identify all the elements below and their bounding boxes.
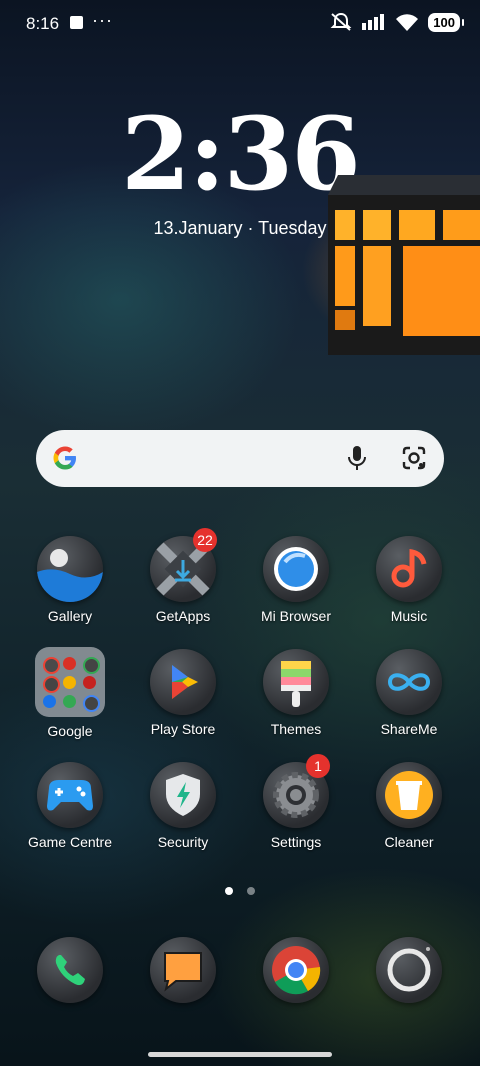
google-folder-icon — [35, 647, 105, 717]
game-centre-icon — [37, 762, 103, 828]
app-label: Music — [390, 608, 428, 624]
status-bar: 8:16 ··· 100 — [0, 0, 480, 44]
page-dot[interactable] — [247, 887, 256, 895]
lens-icon[interactable] — [400, 444, 428, 472]
themes-icon — [263, 649, 329, 715]
chrome-icon — [263, 937, 329, 1003]
app-getapps[interactable]: 22 GetApps — [127, 528, 239, 624]
app-label: GetApps — [155, 608, 211, 624]
notification-icon — [70, 16, 83, 29]
browser-icon — [263, 536, 329, 602]
more-notifications: ··· — [92, 10, 113, 30]
app-label: ShareMe — [380, 721, 438, 737]
app-label: Cleaner — [384, 834, 434, 850]
app-label: Security — [157, 834, 209, 850]
google-g-icon — [53, 446, 76, 470]
phone-icon — [37, 937, 103, 1003]
app-label: Google — [47, 723, 93, 739]
mute-icon — [330, 12, 352, 31]
dock-camera[interactable] — [353, 937, 465, 1003]
status-time: 8:16 — [26, 14, 60, 33]
app-gallery[interactable]: Gallery — [14, 536, 126, 624]
app-label: Game Centre — [27, 834, 113, 850]
app-label: Mi Browser — [260, 608, 331, 624]
page-indicator[interactable] — [0, 882, 480, 900]
security-icon — [150, 762, 216, 828]
google-search-bar[interactable] — [36, 430, 444, 487]
dock-messages[interactable] — [127, 937, 239, 1003]
messages-icon — [150, 937, 216, 1003]
mic-icon[interactable] — [344, 444, 370, 472]
app-shareme[interactable]: ShareMe — [353, 649, 465, 737]
play-store-icon — [150, 649, 216, 715]
wallpaper-lantern — [328, 175, 480, 355]
notification-badge: 22 — [193, 528, 217, 552]
cleaner-icon — [376, 762, 442, 828]
app-game-centre[interactable]: Game Centre — [14, 762, 126, 850]
notification-badge: 1 — [306, 754, 330, 778]
app-label: Play Store — [150, 721, 216, 737]
app-settings[interactable]: 1 Settings — [240, 754, 352, 850]
app-security[interactable]: Security — [127, 762, 239, 850]
battery-indicator: 100 — [428, 12, 464, 32]
app-mi-browser[interactable]: Mi Browser — [240, 536, 352, 624]
app-label: Themes — [270, 721, 322, 737]
app-themes[interactable]: Themes — [240, 649, 352, 737]
gallery-icon — [37, 536, 103, 602]
app-label: Settings — [270, 834, 322, 850]
dock-phone[interactable] — [14, 937, 126, 1003]
wifi-icon — [396, 13, 419, 31]
camera-icon — [376, 937, 442, 1003]
app-cleaner[interactable]: Cleaner — [353, 762, 465, 850]
music-icon — [376, 536, 442, 602]
app-music[interactable]: Music — [353, 536, 465, 624]
gesture-bar[interactable] — [148, 1052, 332, 1057]
app-play-store[interactable]: Play Store — [127, 649, 239, 737]
dock-chrome[interactable] — [240, 937, 352, 1003]
signal-icon — [362, 14, 385, 30]
folder-google[interactable]: Google — [14, 647, 126, 739]
app-label: Gallery — [47, 608, 93, 624]
page-dot-active[interactable] — [224, 887, 233, 895]
shareme-icon — [376, 649, 442, 715]
